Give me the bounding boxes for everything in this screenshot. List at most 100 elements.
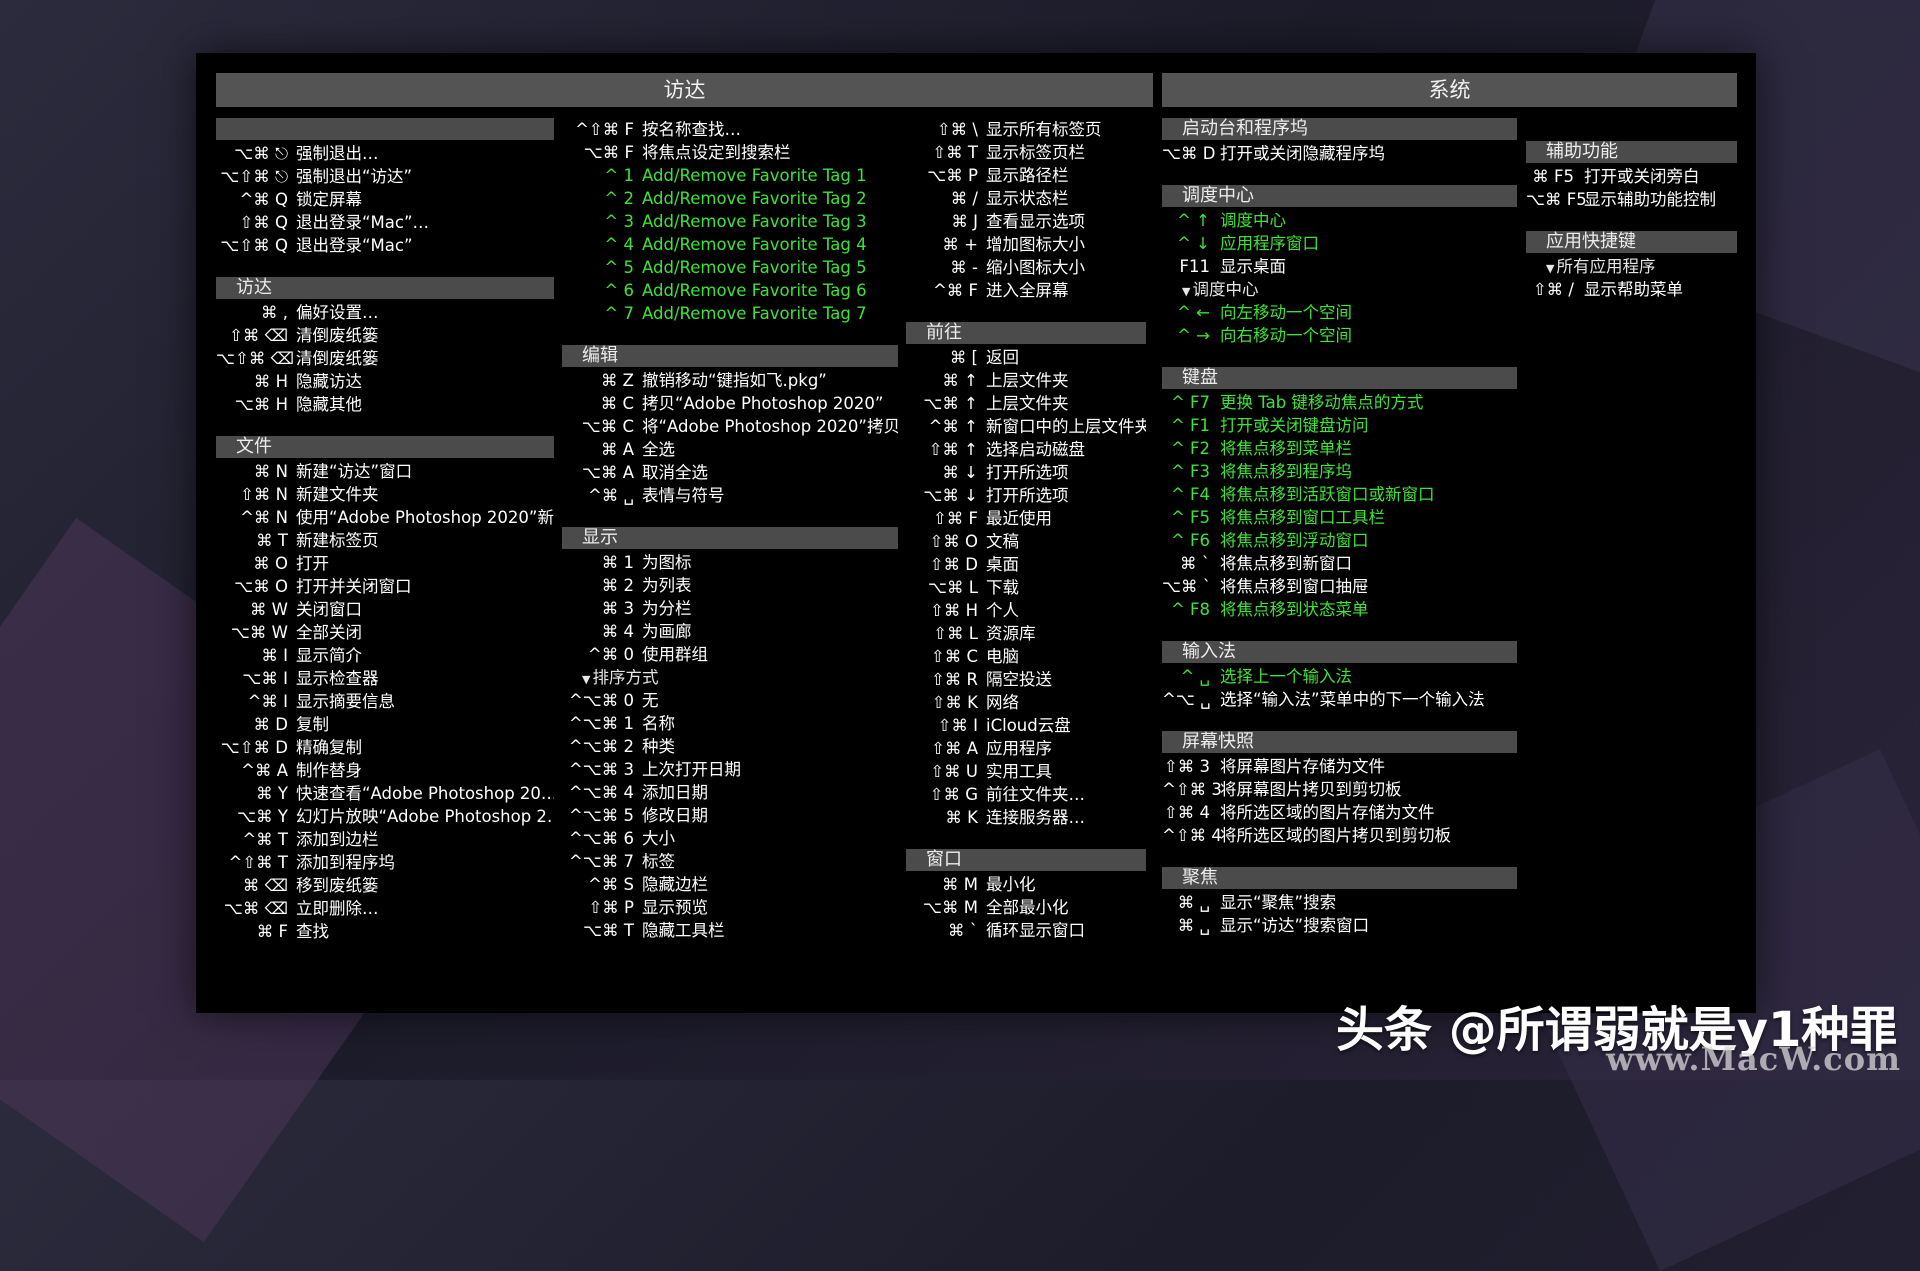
section-header: 调度中心 xyxy=(1162,185,1517,207)
shortcut-label: 显示辅助功能控制 xyxy=(1584,190,1716,209)
shortcut-row: ⇧⌘ G 前往文件夹… xyxy=(906,783,1146,806)
shortcut-row: ^⇧⌘ F 按名称查找… xyxy=(562,118,898,141)
shortcut-keys: ^⌘ I xyxy=(247,692,288,711)
shortcut-row: ⌘ ` 循环显示窗口 xyxy=(906,919,1146,942)
shortcut-keys: ⌘ C xyxy=(600,394,634,413)
shortcut-section: 编辑 ⌘ Z 撤销移动“键指如飞.pkg” ⌘ C 拷贝“Adobe Photoshop… xyxy=(562,345,898,507)
shortcut-label: 选择上一个输入法 xyxy=(1220,667,1352,686)
shortcut-keys: ⇧⌘ K xyxy=(931,693,978,712)
shortcut-row: ⌥⌘ H 隐藏其他 xyxy=(216,393,554,416)
shortcut-label: 隔空投送 xyxy=(986,670,1052,689)
shortcut-row: ⌥⌘ ↓ 打开所选项 xyxy=(906,484,1146,507)
shortcut-keys: ^⌥⌘ 4 xyxy=(568,783,634,802)
shortcut-row: ^ → 向右移动一个空间 xyxy=(1162,324,1517,347)
shortcut-keys: ^⌥⌘ 2 xyxy=(568,737,634,756)
shortcut-label: 退出登录“Mac” xyxy=(296,236,413,255)
shortcut-row: ⌘ 2 为列表 xyxy=(562,574,898,597)
section-title: 文件 xyxy=(236,436,272,457)
section-title: 应用快捷键 xyxy=(1546,231,1636,252)
section-header: 显示 xyxy=(562,527,898,549)
shortcut-label: 将所选区域的图片存储为文件 xyxy=(1220,803,1435,822)
shortcut-row: ⌘ N 新建“访达”窗口 xyxy=(216,460,554,483)
shortcut-keys: ⌥⌘ A xyxy=(581,463,634,482)
shortcut-keys: ⌥⌘ F xyxy=(583,143,634,162)
shortcut-row: ^⌥⌘ 1 名称 xyxy=(562,712,898,735)
shortcut-row: ^⌘ Q 锁定屏幕 xyxy=(216,188,554,211)
section-title: 键盘 xyxy=(1182,367,1218,388)
shortcut-section: 键盘 ^ F7 更换 Tab 键移动焦点的方式 ^ F1 打开或关闭键盘访问 ^ F2 将焦… xyxy=(1162,367,1517,621)
shortcut-keys: ⇧⌘ C xyxy=(930,647,978,666)
section-title: 输入法 xyxy=(1182,641,1236,662)
shortcut-row: ⌘ ␣ 显示“聚焦”搜索 xyxy=(1162,891,1517,914)
shortcut-keys: ⇧⌘ U xyxy=(930,762,978,781)
shortcut-label: iCloud云盘 xyxy=(986,716,1071,735)
shortcut-row: ⌘ ` 将焦点移到新窗口 xyxy=(1162,552,1517,575)
shortcut-row: ^⌥⌘ 4 添加日期 xyxy=(562,781,898,804)
shortcut-keys: ^⇧⌘ 4 xyxy=(1162,826,1222,845)
shortcut-keys: ⌘ 4 xyxy=(601,622,634,641)
shortcut-label: 按名称查找… xyxy=(642,120,741,139)
shortcut-keys: ⌘ ` xyxy=(948,921,978,940)
shortcut-label: 连接服务器… xyxy=(986,808,1085,827)
shortcut-row: ⌘ Z 撤销移动“键指如飞.pkg” xyxy=(562,369,898,392)
shortcut-keys: ^⌥⌘ 0 xyxy=(568,691,634,710)
shortcut-row: ⌥⌘ ↑ 上层文件夹 xyxy=(906,392,1146,415)
shortcut-label: 新建文件夹 xyxy=(296,485,379,504)
section-header: 启动台和程序坞 xyxy=(1162,118,1517,140)
shortcut-row: ^ 4 Add/Remove Favorite Tag 4 xyxy=(562,233,898,256)
shortcut-row: ⌥⌘ I 显示检查器 xyxy=(216,667,554,690)
shortcut-row: ^⌘ I 显示摘要信息 xyxy=(216,690,554,713)
shortcut-section: 启动台和程序坞 ⌥⌘ D 打开或关闭隐藏程序坞 xyxy=(1162,118,1517,165)
shortcut-label: 将焦点移到新窗口 xyxy=(1220,554,1352,573)
shortcut-row: ⌥⌘ Y 幻灯片放映“Adobe Photoshop 2… xyxy=(216,805,554,828)
shortcut-keys: ^ F6 xyxy=(1170,531,1210,550)
shortcut-label: 显示摘要信息 xyxy=(296,692,395,711)
shortcut-label: 选择启动磁盘 xyxy=(986,440,1085,459)
shortcut-label: 实用工具 xyxy=(986,762,1052,781)
shortcut-label: 关闭窗口 xyxy=(296,600,362,619)
shortcut-row: ⌘ ↑ 上层文件夹 xyxy=(906,369,1146,392)
shortcut-label: 修改日期 xyxy=(642,806,708,825)
shortcut-label: Add/Remove Favorite Tag 5 xyxy=(642,258,867,277)
shortcut-label: 移到废纸篓 xyxy=(296,876,379,895)
section-title: 访达 xyxy=(236,277,272,298)
shortcut-keys: ^⌥⌘ 1 xyxy=(568,714,634,733)
section-title: 前往 xyxy=(926,322,962,343)
submenu-label: ▼ 排序方式 xyxy=(562,666,898,689)
shortcut-keys: ^⌘ F xyxy=(932,281,978,300)
shortcut-label: 种类 xyxy=(642,737,675,756)
shortcut-row: ⇧⌘ C 电脑 xyxy=(906,645,1146,668)
shortcut-label: 偏好设置… xyxy=(296,303,379,322)
shortcut-keys: ⌘ [ xyxy=(949,348,978,367)
shortcut-label: Add/Remove Favorite Tag 1 xyxy=(642,166,867,185)
shortcut-label: 显示帮助菜单 xyxy=(1584,280,1683,299)
shortcut-keys: ⌥⌘ M xyxy=(923,898,978,917)
shortcut-row: ⌘ H 隐藏访达 xyxy=(216,370,554,393)
shortcut-label: 上层文件夹 xyxy=(986,394,1069,413)
shortcut-label: 显示桌面 xyxy=(1220,257,1286,276)
shortcut-label: 制作替身 xyxy=(296,761,362,780)
shortcut-row: ^ 2 Add/Remove Favorite Tag 2 xyxy=(562,187,898,210)
shortcut-label: 添加日期 xyxy=(642,783,708,802)
shortcut-label: 隐藏其他 xyxy=(296,395,362,414)
shortcut-row: ^⌥⌘ 7 标签 xyxy=(562,850,898,873)
shortcut-label: 大小 xyxy=(642,829,675,848)
shortcut-cheatsheet-panel: 访达 系统 ⌥⌘ ⎋ 强制退出… ⌥⇧⌘ ⎋ 强制退出“访达” ^⌘ Q 锁定屏幕 ⇧⌘ Q… xyxy=(196,53,1756,1013)
shortcut-row: ⌘ ⌫ 移到废纸篓 xyxy=(216,874,554,897)
shortcut-section: 聚焦 ⌘ ␣ 显示“聚焦”搜索 ⌘ ␣ 显示“访达”搜索窗口 xyxy=(1162,867,1517,937)
submenu-label: ▼ 调度中心 xyxy=(1162,278,1517,301)
shortcut-keys: ⌘ K xyxy=(945,808,978,827)
shortcut-keys: ^⇧⌘ T xyxy=(228,853,288,872)
shortcut-keys: ⇧⌘ / xyxy=(1532,280,1574,299)
shortcut-section: 辅助功能 ⌘ F5 打开或关闭旁白 ⌥⌘ F5显示辅助功能控制 xyxy=(1526,141,1737,211)
shortcut-keys: ^ ↓ xyxy=(1177,234,1210,253)
shortcut-keys: ⌥⌘ ↓ xyxy=(923,486,978,505)
shortcut-row: ^ F7 更换 Tab 键移动焦点的方式 xyxy=(1162,391,1517,414)
shortcut-row: ^⌘ ␣ 表情与符号 xyxy=(562,484,898,507)
shortcut-row: ^ 7 Add/Remove Favorite Tag 7 xyxy=(562,302,898,325)
shortcut-row: ⌥⇧⌘ ⎋ 强制退出“访达” xyxy=(216,165,554,188)
shortcut-keys: ⌘ ` xyxy=(1180,554,1210,573)
shortcut-row: ⌥⌘ T 隐藏工具栏 xyxy=(562,919,898,942)
shortcut-row: ^⌘ S 隐藏边栏 xyxy=(562,873,898,896)
shortcut-keys: ⇧⌘ T xyxy=(932,143,978,162)
